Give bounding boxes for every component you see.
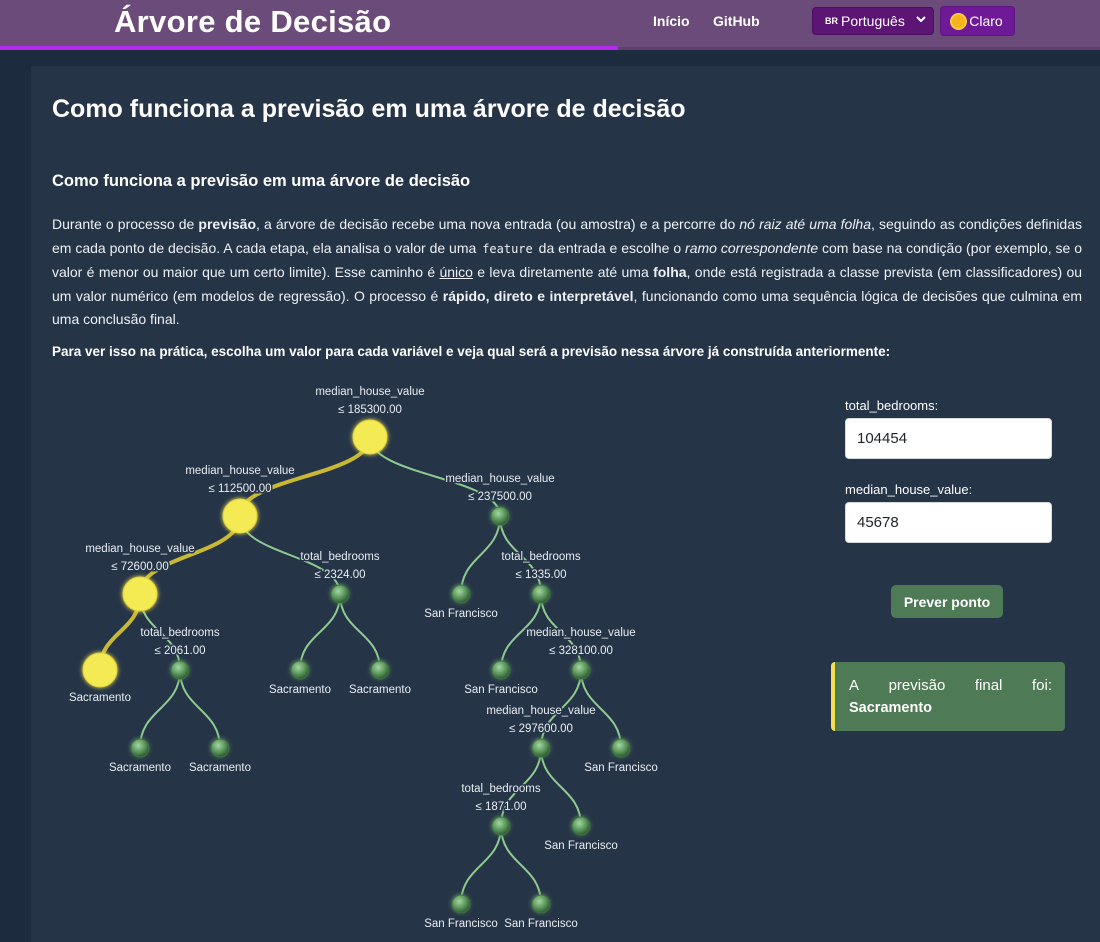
- tree-edge-active: [138, 514, 242, 596]
- instruction-text: Para ver isso na prática, escolha um val…: [52, 344, 891, 359]
- tree-decision-node[interactable]: [491, 816, 511, 836]
- nav-link-inicio[interactable]: Início: [653, 13, 690, 29]
- prediction-result-value: Sacramento: [849, 700, 933, 716]
- tree-decision-node[interactable]: [352, 419, 388, 455]
- theme-toggle-button[interactable]: Claro: [940, 6, 1015, 36]
- tree-edge: [460, 515, 501, 595]
- tree-node-threshold-label: ≤ 112500.00: [208, 483, 271, 495]
- explanation-paragraph: Durante o processo de previsão, a árvore…: [52, 216, 1083, 327]
- tree-leaf-label: Sacramento: [269, 684, 331, 696]
- tree-node-threshold-label: ≤ 185300.00: [338, 404, 402, 416]
- tree-node-feature-label: median_house_value: [185, 465, 294, 477]
- total-bedrooms-label: total_bedrooms:: [845, 398, 939, 413]
- tree-edge: [540, 747, 582, 827]
- chevron-down-icon: [916, 16, 926, 23]
- tree-leaf-label: San Francisco: [464, 684, 538, 696]
- tree-decision-node[interactable]: [330, 584, 350, 604]
- tree-leaf-node[interactable]: [571, 816, 591, 836]
- sun-icon: [952, 14, 966, 28]
- tree-leaf-label: Sacramento: [109, 762, 171, 774]
- tree-node-feature-label: median_house_value: [486, 705, 595, 717]
- tree-node-threshold-label: ≤ 72600.00: [111, 561, 168, 573]
- tree-decision-node[interactable]: [222, 498, 258, 534]
- tree-node-threshold-label: ≤ 328100.00: [549, 645, 613, 657]
- tree-leaf-node[interactable]: [210, 738, 230, 758]
- tree-node-threshold-label: ≤ 237500.00: [468, 491, 532, 503]
- tree-node-feature-label: total_bedrooms: [461, 783, 541, 795]
- tree-leaf-label: Sacramento: [69, 692, 131, 704]
- tree-leaf-node[interactable]: [82, 652, 118, 688]
- tree-leaf-node[interactable]: [130, 738, 150, 758]
- total-bedrooms-input[interactable]: [845, 418, 1052, 459]
- tree-decision-node[interactable]: [571, 660, 591, 680]
- tree-leaf-node[interactable]: [370, 660, 390, 680]
- prediction-result-label: A previsão final foi:: [849, 677, 1052, 694]
- site-brand[interactable]: Árvore de Decisão: [114, 4, 391, 40]
- tree-node-feature-label: median_house_value: [526, 627, 635, 639]
- tree-leaf-node[interactable]: [451, 584, 471, 604]
- language-select-label: Português: [841, 13, 905, 29]
- tree-leaf-label: San Francisco: [424, 918, 498, 930]
- tree-leaf-node[interactable]: [451, 894, 471, 914]
- tree-node-threshold-label: ≤ 1335.00: [515, 569, 566, 581]
- tree-node-threshold-label: ≤ 297600.00: [509, 723, 573, 735]
- tree-node-feature-label: median_house_value: [445, 473, 554, 485]
- tree-node-threshold-label: ≤ 2324.00: [314, 569, 365, 581]
- tree-decision-node[interactable]: [122, 576, 158, 612]
- tree-node-threshold-label: ≤ 2061.00: [154, 645, 205, 657]
- tree-edge: [179, 669, 221, 749]
- section-title: Como funciona a previsão em uma árvore d…: [52, 172, 471, 190]
- tree-node-feature-label: total_bedrooms: [140, 627, 220, 639]
- tree-leaf-label: San Francisco: [584, 762, 658, 774]
- scroll-progress-bar: [0, 46, 618, 50]
- theme-toggle-label: Claro: [969, 13, 1003, 29]
- top-navbar: Árvore de Decisão Início GitHub BR Portu…: [0, 0, 1100, 50]
- tree-node-feature-label: median_house_value: [315, 386, 424, 398]
- tree-node-feature-label: total_bedrooms: [300, 551, 380, 563]
- page-title: Como funciona a previsão em uma árvore d…: [52, 95, 686, 123]
- tree-leaf-label: Sacramento: [349, 684, 411, 696]
- tree-decision-node[interactable]: [531, 584, 551, 604]
- tree-edge: [500, 825, 542, 905]
- tree-leaf-node[interactable]: [611, 738, 631, 758]
- tree-node-feature-label: total_bedrooms: [501, 551, 581, 563]
- prediction-result-alert: A previsão final foi: Sacramento: [831, 662, 1065, 731]
- language-select[interactable]: BR Português: [812, 7, 934, 35]
- tree-leaf-node[interactable]: [491, 660, 511, 680]
- tree-leaf-label: San Francisco: [504, 918, 578, 930]
- decision-tree-diagram: median_house_value ≤ 185300.00 median_hous…: [67, 385, 659, 932]
- predict-button[interactable]: Prever ponto: [891, 585, 1003, 618]
- median-house-value-label: median_house_value:: [845, 482, 973, 497]
- tree-leaf-label: Sacramento: [189, 762, 251, 774]
- tree-edge: [460, 825, 502, 905]
- nav-link-github[interactable]: GitHub: [713, 13, 760, 29]
- tree-leaf-label: San Francisco: [424, 608, 498, 620]
- tree-decision-node[interactable]: [170, 660, 190, 680]
- tree-node-feature-label: median_house_value: [85, 543, 194, 555]
- tree-edge: [339, 593, 381, 671]
- median-house-value-input[interactable]: [845, 502, 1052, 543]
- tree-leaf-node[interactable]: [531, 894, 551, 914]
- tree-leaf-node[interactable]: [290, 660, 310, 680]
- tree-node-threshold-label: ≤ 1871.00: [475, 801, 526, 813]
- brazil-flag-icon: BR: [825, 16, 838, 26]
- tree-decision-node[interactable]: [531, 738, 551, 758]
- tree-edge: [299, 593, 341, 671]
- tree-leaf-label: San Francisco: [544, 840, 618, 852]
- tree-decision-node[interactable]: [490, 506, 510, 526]
- tree-edge: [139, 669, 181, 749]
